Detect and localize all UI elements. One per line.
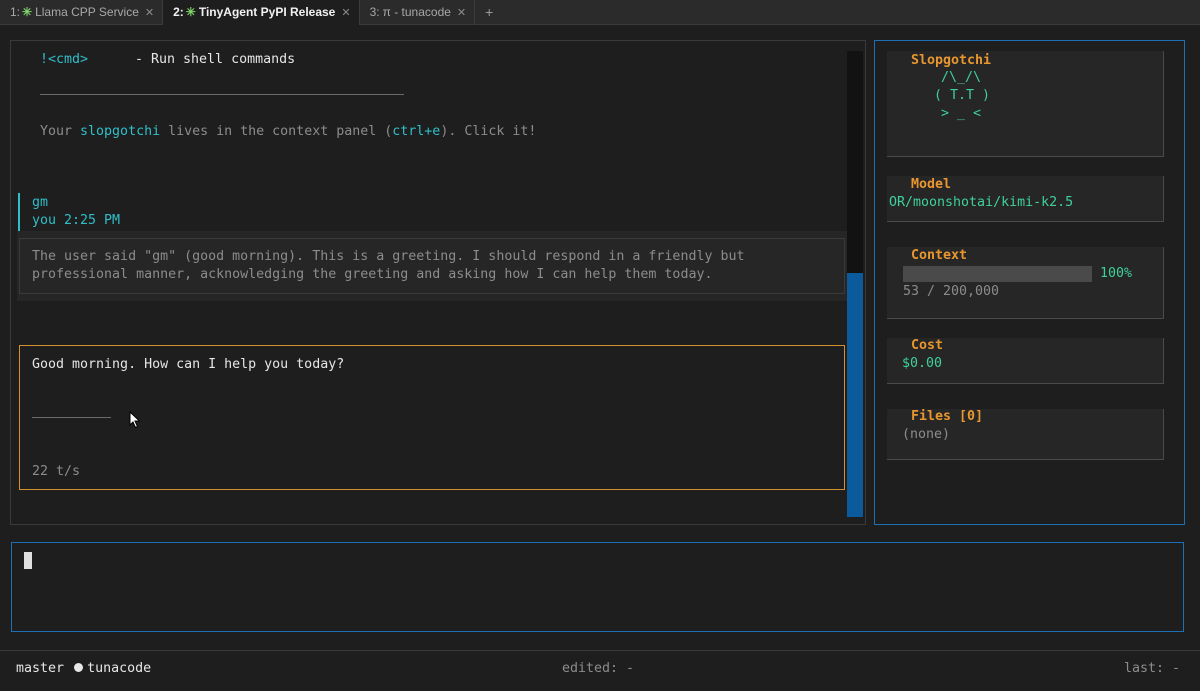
activity-star-icon: ✳ bbox=[22, 5, 33, 19]
message-input[interactable] bbox=[11, 542, 1184, 632]
context-panel: Slopgotchi /\_/\ ( T.T ) > _ < Model OR/… bbox=[874, 40, 1185, 525]
slopgotchi-art-face: ( T.T ) bbox=[934, 88, 991, 103]
tab-title: Llama CPP Service bbox=[35, 5, 139, 19]
command-key: !<cmd> bbox=[40, 52, 89, 67]
tab-tunacode[interactable]: 3: π - tunacode ✕ bbox=[360, 0, 476, 25]
command-description: - Run shell commands bbox=[135, 52, 296, 67]
cost-value: $0.00 bbox=[902, 356, 943, 371]
tab-index: 1: bbox=[10, 5, 21, 19]
tab-index: 2: bbox=[173, 5, 184, 19]
thinking-text-line-2: professional manner, acknowledging the g… bbox=[32, 267, 713, 282]
mouse-pointer-icon bbox=[129, 411, 141, 429]
status-bar: master tunacode edited: - last: - bbox=[0, 650, 1200, 691]
tab-tinyagent-pypi-release[interactable]: 2: ✳ TinyAgent PyPI Release ✕ bbox=[163, 0, 360, 25]
edited-status: edited: - bbox=[562, 661, 635, 676]
text-caret bbox=[24, 552, 32, 569]
cost-card: Cost $0.00 bbox=[887, 338, 1164, 384]
files-card: Files [0] (none) bbox=[887, 409, 1164, 460]
activity-star-icon: ✳ bbox=[185, 5, 196, 19]
slopgotchi-title: Slopgotchi bbox=[911, 53, 992, 68]
tab-bar: 1: ✳ Llama CPP Service ✕ 2: ✳ TinyAgent … bbox=[0, 0, 1200, 25]
slopgotchi-art-mouth: > _ < bbox=[941, 106, 982, 121]
user-message: gm bbox=[32, 195, 49, 210]
slopgotchi-art-ears: /\_/\ bbox=[941, 70, 982, 85]
chat-scrollbar-thumb[interactable] bbox=[847, 273, 863, 517]
git-branch: master tunacode bbox=[16, 661, 152, 676]
files-title: Files [0] bbox=[911, 409, 984, 424]
thinking-text-line-1: The user said "gm" (good morning). This … bbox=[32, 249, 745, 264]
chat-panel[interactable]: !<cmd> - Run shell commands Your slopgot… bbox=[10, 40, 866, 525]
files-value: (none) bbox=[902, 427, 951, 442]
user-message-marker bbox=[18, 193, 20, 231]
new-tab-button[interactable]: + bbox=[475, 4, 503, 20]
tokens-per-second: 22 t/s bbox=[32, 464, 81, 479]
user-message-meta: you 2:25 PM bbox=[32, 213, 121, 228]
assistant-reply: Good morning. How can I help you today? bbox=[32, 357, 345, 372]
tab-llama-cpp-service[interactable]: 1: ✳ Llama CPP Service ✕ bbox=[0, 0, 164, 25]
model-card: Model OR/moonshotai/kimi-k2.5 bbox=[887, 176, 1164, 222]
context-tokens: 53 / 200,000 bbox=[903, 284, 1000, 299]
tab-title: π - tunacode bbox=[382, 5, 451, 19]
tab-index: 3: bbox=[369, 5, 380, 19]
context-title: Context bbox=[911, 248, 968, 263]
last-status: last: - bbox=[1124, 661, 1181, 676]
reply-divider bbox=[32, 417, 111, 418]
assistant-message: Good morning. How can I help you today? … bbox=[19, 345, 845, 490]
context-percent: 100% bbox=[1100, 266, 1133, 281]
close-icon[interactable]: ✕ bbox=[145, 6, 154, 19]
close-icon[interactable]: ✕ bbox=[341, 6, 350, 19]
tab-title: TinyAgent PyPI Release bbox=[198, 5, 336, 19]
status-dot-icon bbox=[74, 663, 84, 672]
model-value: OR/moonshotai/kimi-k2.5 bbox=[889, 195, 1074, 210]
context-usage-bar bbox=[903, 266, 1092, 282]
context-usage-fill bbox=[903, 266, 1092, 282]
slopgotchi-card[interactable]: Slopgotchi /\_/\ ( T.T ) > _ < bbox=[887, 51, 1164, 157]
chat-scrollbar[interactable] bbox=[847, 51, 863, 517]
close-icon[interactable]: ✕ bbox=[457, 6, 466, 19]
divider bbox=[40, 94, 404, 95]
model-title: Model bbox=[911, 177, 952, 192]
slopgotchi-hint: Your slopgotchi lives in the context pan… bbox=[40, 124, 537, 139]
context-card: Context 100% 53 / 200,000 bbox=[887, 247, 1164, 319]
cost-title: Cost bbox=[911, 338, 944, 353]
